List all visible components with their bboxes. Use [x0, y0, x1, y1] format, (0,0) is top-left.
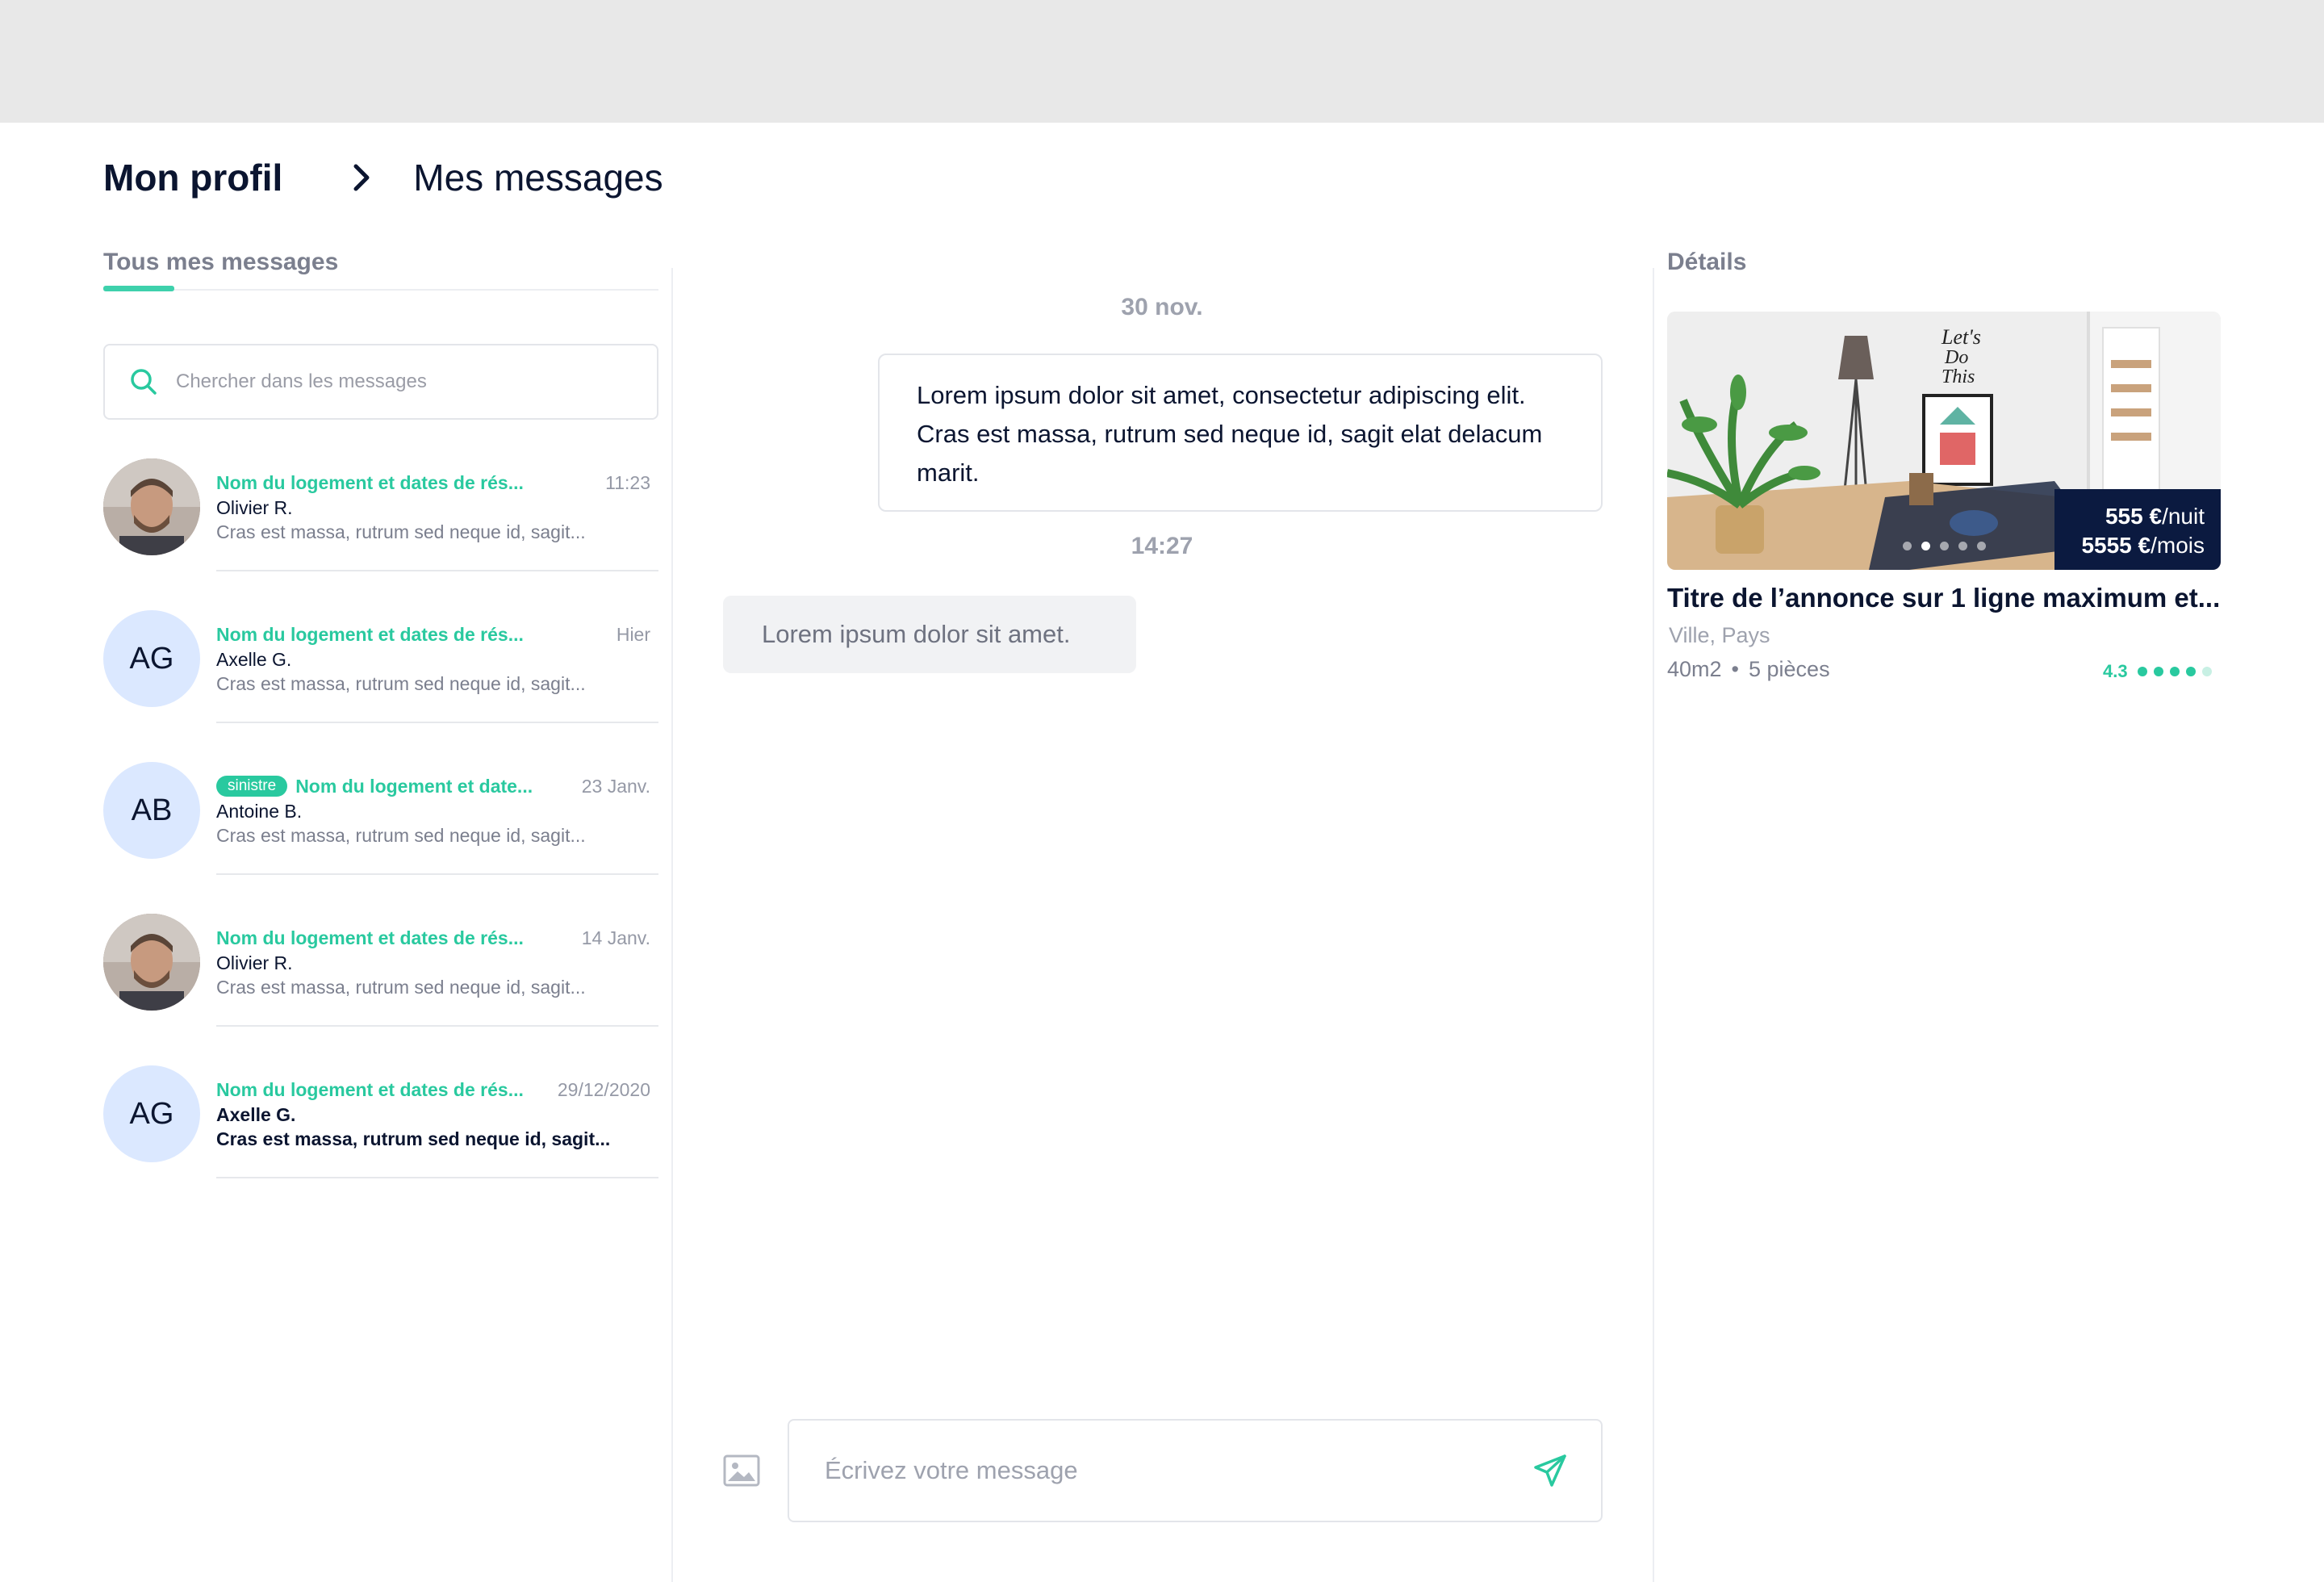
conversation-preview: Cras est massa, rutrum sed neque id, sag…	[216, 673, 586, 694]
listing-meta: 40m2 • 5 pièces	[1667, 657, 1830, 682]
conversation-time: 29/12/2020	[557, 1078, 650, 1100]
divider	[216, 873, 658, 875]
price-night-unit: /nuit	[2162, 504, 2205, 529]
conversation-title: Nom du logement et dates de rés...	[216, 1078, 524, 1100]
details-heading: Détails	[1667, 249, 1747, 275]
incoming-message: Lorem ipsum dolor sit amet.	[723, 596, 1136, 673]
tab-underline	[103, 286, 658, 292]
carousel-dot[interactable]	[1921, 542, 1930, 550]
conversation-title: Nom du logement et dates de rés...	[216, 471, 524, 493]
conversation-title: Nom du logement et dates de rés...	[216, 927, 524, 948]
price-night: 555 €	[2105, 504, 2163, 529]
svg-text:Do: Do	[1944, 347, 1968, 368]
tab-active-indicator	[103, 286, 174, 291]
chevron-right-icon	[337, 153, 386, 202]
conversation-sender: Olivier R.	[216, 952, 293, 973]
conversation-item[interactable]: Nom du logement et dates de rés... 11:23…	[103, 452, 658, 604]
conversation-preview: Cras est massa, rutrum sed neque id, sag…	[216, 521, 586, 542]
breadcrumb-root-link[interactable]: Mon profil	[103, 156, 282, 199]
search-icon	[129, 367, 158, 396]
column-divider	[671, 268, 673, 1582]
meta-separator: •	[1731, 657, 1739, 681]
svg-text:Let's: Let's	[1941, 325, 1981, 349]
svg-text:This: This	[1942, 366, 1975, 387]
conversation-item[interactable]: AG Nom du logement et dates de rés... 29…	[103, 1059, 658, 1211]
listing-rating: 4.3	[2103, 657, 2222, 686]
claim-badge: sinistre	[216, 776, 288, 797]
divider	[216, 722, 658, 723]
search-input[interactable]	[176, 370, 628, 393]
conversation-item[interactable]: AG Nom du logement et dates de rés... Hi…	[103, 604, 658, 755]
conversation-sender: Antoine B.	[216, 801, 303, 822]
breadcrumb-current: Mes messages	[413, 157, 663, 199]
send-icon[interactable]	[1532, 1452, 1569, 1489]
divider	[216, 570, 658, 571]
listing-rooms: 5 pièces	[1749, 657, 1830, 681]
avatar: AG	[103, 1065, 200, 1162]
conversations-panel: Tous mes messages	[103, 242, 658, 420]
message-input[interactable]	[825, 1456, 1532, 1485]
conversation-preview: Cras est massa, rutrum sed neque id, sag…	[216, 1128, 611, 1149]
rating-dot	[2137, 667, 2147, 676]
conversation-preview: Cras est massa, rutrum sed neque id, sag…	[216, 977, 586, 998]
price-month-unit: /mois	[2151, 533, 2205, 558]
conversation-title: Nom du logement et dates de rés...	[216, 623, 524, 645]
rating-dot	[2153, 667, 2163, 676]
price-tag: 555 €/nuit 5555 €/mois	[2054, 489, 2221, 570]
conversation-time: Hier	[616, 623, 650, 645]
rating-dot	[2201, 667, 2212, 676]
image-attach-icon[interactable]	[723, 1454, 760, 1487]
column-divider	[1653, 268, 1654, 1582]
conversation-title: Nom du logement et date...	[295, 775, 533, 797]
carousel-dot[interactable]	[1958, 542, 1967, 550]
conversation-sender: Axelle G.	[216, 1104, 296, 1125]
conversation-sender: Olivier R.	[216, 497, 293, 518]
conversation-time: 23 Janv.	[581, 775, 650, 797]
conversation-sender: Axelle G.	[216, 649, 292, 670]
listing-photo[interactable]: Let's Do This 555 €/nuit 5555 €/mois	[1667, 312, 2221, 570]
carousel-dot[interactable]	[1902, 542, 1912, 550]
conversation-preview: Cras est massa, rutrum sed neque id, sag…	[216, 825, 586, 846]
listing-surface: 40m2	[1667, 657, 1722, 681]
avatar: AB	[103, 762, 200, 859]
conversation-time: 14 Janv.	[581, 927, 650, 948]
carousel-dot[interactable]	[1976, 542, 1986, 550]
outgoing-message: Lorem ipsum dolor sit amet, consectetur …	[878, 354, 1603, 512]
conversation-time: 11:23	[605, 471, 650, 493]
tab-all-messages[interactable]: Tous mes messages	[103, 242, 658, 282]
avatar: AG	[103, 610, 200, 707]
message-composer	[788, 1419, 1603, 1522]
avatar	[103, 914, 200, 1011]
carousel-dot[interactable]	[1939, 542, 1949, 550]
rating-dot	[2185, 667, 2196, 676]
conversation-list: Nom du logement et dates de rés... 11:23…	[103, 452, 658, 1211]
search-box[interactable]	[103, 344, 658, 420]
divider	[216, 1177, 658, 1178]
listing-title[interactable]: Titre de l’annonce sur 1 ligne maximum e…	[1667, 583, 2224, 613]
rating-dot	[2169, 667, 2180, 676]
breadcrumb: Mon profil Mes messages	[103, 153, 663, 202]
rating-value: 4.3	[2103, 661, 2128, 681]
conversation-item[interactable]: AB sinistre Nom du logement et date... 2…	[103, 755, 658, 907]
avatar	[103, 458, 200, 555]
price-month: 5555 €	[2081, 533, 2151, 558]
divider	[216, 1025, 658, 1027]
listing-location: Ville, Pays	[1669, 623, 1770, 647]
top-bar	[0, 0, 2324, 123]
rating-dots	[2137, 667, 2218, 676]
conversation-item[interactable]: Nom du logement et dates de rés... 14 Ja…	[103, 907, 658, 1059]
